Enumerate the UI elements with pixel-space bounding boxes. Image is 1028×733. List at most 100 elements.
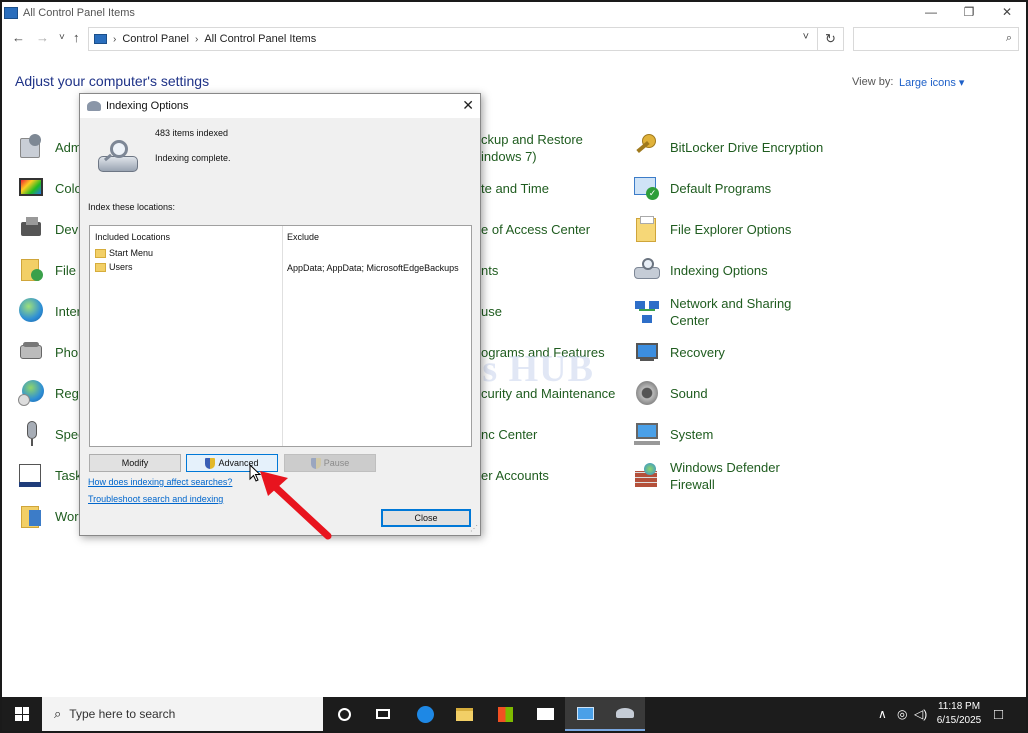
cp-item-indexing-options[interactable]: Indexing Options	[632, 255, 768, 285]
window-title: All Control Panel Items	[23, 7, 135, 19]
cp-item-internet-options[interactable]: Inter	[17, 296, 81, 326]
view-by-label: View by:	[852, 76, 894, 88]
start-button[interactable]	[2, 697, 42, 731]
file-history-icon	[17, 255, 47, 285]
cp-item-label: Default Programs	[670, 180, 772, 196]
locations-list[interactable]: Included Locations Exclude Start Menu Us…	[89, 225, 472, 447]
cortana-button[interactable]	[324, 697, 364, 731]
view-by-dropdown[interactable]: Large icons ▾	[899, 76, 964, 89]
resize-grip-icon[interactable]: ⋰	[470, 524, 478, 533]
breadcrumb-separator: ›	[195, 33, 199, 45]
close-button[interactable]: ✕	[988, 2, 1026, 22]
modify-button[interactable]: Modify	[89, 454, 181, 472]
indexing-options-taskbar-button[interactable]	[605, 697, 645, 731]
refresh-button[interactable]: ↻	[818, 27, 844, 51]
admin-tools-icon	[17, 132, 47, 162]
cp-item-sync-center[interactable]: nc Center	[481, 426, 537, 443]
store-button[interactable]	[485, 697, 525, 731]
dialog-close-icon[interactable]: ✕	[462, 97, 474, 114]
recovery-icon	[632, 337, 662, 367]
cp-item-label: Inter	[55, 303, 82, 319]
taskbar-search-box[interactable]: ⌕ Type here to search	[42, 697, 323, 731]
exclude-value: AppData; AppData; MicrosoftEdgeBackups	[287, 263, 459, 273]
included-locations-header[interactable]: Included Locations	[95, 232, 170, 242]
edge-button[interactable]	[405, 697, 445, 731]
cp-item-color-management[interactable]: Colo	[17, 173, 82, 203]
cp-item-bitlocker[interactable]: BitLocker Drive Encryption	[632, 132, 823, 162]
how-indexing-link[interactable]: How does indexing affect searches?	[88, 477, 232, 487]
address-bar[interactable]: › Control Panel › All Control Panel Item…	[88, 27, 818, 51]
cp-item-administrative-tools[interactable]: Adm	[17, 132, 82, 162]
cp-item-date-time[interactable]: te and Time	[481, 180, 549, 197]
cp-item-default-programs[interactable]: ✓ Default Programs	[632, 173, 771, 203]
search-input[interactable]: ⌕	[853, 27, 1019, 51]
mail-icon	[536, 708, 554, 720]
exclude-header[interactable]: Exclude	[287, 232, 319, 242]
breadcrumb-all-items[interactable]: All Control Panel Items	[204, 33, 316, 45]
default-programs-icon: ✓	[632, 173, 662, 203]
file-explorer-button[interactable]	[444, 697, 484, 731]
back-button[interactable]: ←	[12, 30, 25, 45]
indexing-drive-icon	[98, 138, 142, 178]
cp-item-sound[interactable]: Sound	[632, 378, 708, 408]
breadcrumb-control-panel[interactable]: Control Panel	[122, 33, 189, 45]
minimize-button[interactable]: —	[912, 2, 950, 22]
address-dropdown-button[interactable]: ˅	[803, 31, 809, 43]
control-panel-icon	[4, 7, 18, 19]
desktop-screen: All Control Panel Items — ❐ ✕ ← → ˅ ↑ › …	[0, 0, 1028, 733]
folder-icon	[95, 248, 106, 258]
up-button[interactable]: ↑	[73, 30, 80, 45]
sound-icon	[632, 378, 662, 408]
mail-button[interactable]	[525, 697, 565, 731]
cp-item-network-sharing[interactable]: Network and Sharing Center	[632, 295, 791, 329]
dialog-close-button[interactable]: Close	[381, 509, 471, 527]
cp-item-label: Indexing Options	[670, 262, 768, 278]
cp-item-label: Task	[55, 467, 82, 483]
cp-item-taskbar-navigation[interactable]: Task	[17, 460, 82, 490]
task-view-button[interactable]	[363, 697, 403, 731]
edge-icon	[416, 705, 434, 723]
annotation-arrow-icon	[260, 471, 332, 540]
cp-item-recovery[interactable]: Recovery	[632, 337, 725, 367]
cp-item-fonts[interactable]: nts	[481, 262, 498, 279]
cp-item-file-explorer-options[interactable]: File Explorer Options	[632, 214, 791, 244]
list-item[interactable]: Start Menu	[95, 248, 153, 258]
notification-center-icon[interactable]: □	[994, 697, 1003, 731]
troubleshoot-link[interactable]: Troubleshoot search and indexing	[88, 494, 223, 504]
recent-locations-button[interactable]: ˅	[59, 32, 65, 43]
search-placeholder: Type here to search	[69, 707, 176, 721]
clock-date: 6/15/2025	[936, 715, 982, 726]
cp-item-system[interactable]: System	[632, 419, 713, 449]
window-controls: — ❐ ✕	[912, 2, 1026, 22]
cp-item-label: File Explorer Options	[670, 221, 792, 237]
modify-button-label: Modify	[121, 458, 149, 468]
cp-item-speech-recognition[interactable]: Spee	[17, 419, 85, 449]
control-panel-icon	[576, 706, 594, 720]
indexing-options-icon	[616, 708, 634, 718]
network-icon[interactable]: ◎	[897, 697, 907, 731]
forward-button[interactable]: →	[36, 30, 49, 45]
firewall-icon	[632, 461, 662, 491]
taskbar-navigation-icon	[17, 460, 47, 490]
cp-item-backup-restore[interactable]: ckup and Restore indows 7)	[481, 131, 583, 165]
show-hidden-icons-button[interactable]: ∧	[878, 697, 887, 731]
cp-item-user-accounts[interactable]: er Accounts	[481, 467, 549, 484]
control-panel-taskbar-button[interactable]	[565, 697, 605, 731]
window-titlebar: All Control Panel Items — ❐ ✕	[2, 2, 1026, 24]
cp-item-region[interactable]: Regi	[17, 378, 82, 408]
cp-item-windows-firewall[interactable]: Windows Defender Firewall	[632, 459, 780, 493]
page-heading: Adjust your computer's settings	[15, 73, 210, 89]
cp-item-device-manager[interactable]: Devi	[17, 214, 81, 244]
store-icon	[497, 706, 513, 722]
indexing-options-icon	[87, 101, 101, 111]
cp-item-mouse[interactable]: use	[481, 303, 502, 320]
taskbar-clock[interactable]: 11:18 PM 6/15/2025	[927, 700, 991, 728]
file-explorer-options-icon	[632, 214, 662, 244]
items-indexed-count: 483 items indexed	[155, 128, 229, 138]
cp-item-ease-of-access[interactable]: e of Access Center	[481, 221, 590, 238]
restore-button[interactable]: ❐	[950, 2, 988, 22]
cp-item-phone-modem[interactable]: Phon	[17, 337, 85, 367]
volume-icon[interactable]: ◁)	[914, 697, 927, 731]
list-item[interactable]: Users	[95, 262, 133, 272]
cp-item-work-folders[interactable]: Work	[17, 501, 85, 531]
